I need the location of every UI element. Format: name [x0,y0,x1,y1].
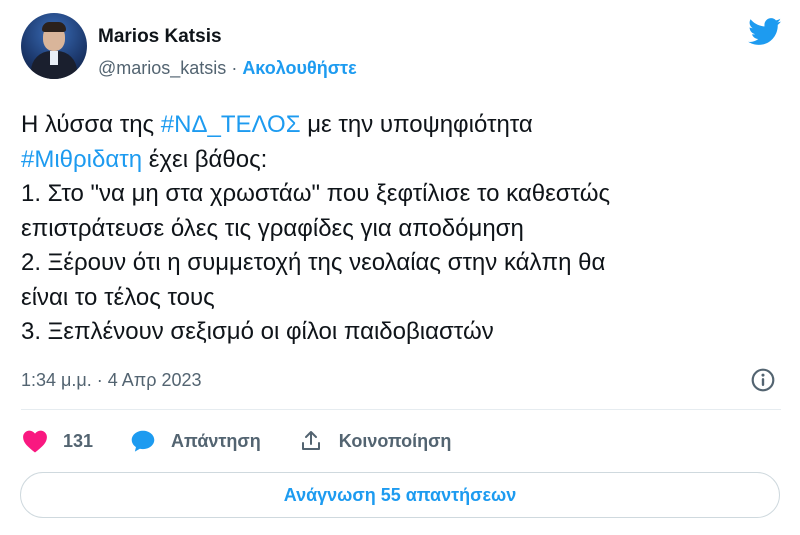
tweet-line: 1. Στο "να μη στα χρωστάω" που ξεφτίλισε… [21,177,781,212]
share-icon [297,428,325,454]
avatar[interactable] [21,13,87,79]
reply-button[interactable]: Απάντηση [129,428,261,454]
tweet-text-segment: με την υποψηφιότητα [300,111,533,138]
twitter-bird-icon[interactable] [748,18,782,46]
tweet-text-segment: 2. Ξέρουν ότι η συμμετοχή της νεολαίας σ… [21,249,606,276]
tweet-line: 2. Ξέρουν ότι η συμμετοχή της νεολαίας σ… [21,246,781,281]
author-handle-line: @marios_katsis · Ακολουθήστε [98,58,357,79]
tweet-line: Η λύσσα της #ΝΔ_ΤΕΛΟΣ με την υποψηφιότητ… [21,108,781,143]
tweet-text-segment: 3. Ξεπλένουν σεξισμό οι φίλοι παιδοβιαστ… [21,318,494,345]
share-label: Κοινοποίηση [338,430,452,451]
heart-icon [21,428,49,454]
action-bar: 131 Απάντηση Κοινοποίηση [21,425,487,457]
like-button[interactable]: 131 [21,428,93,454]
tweet-line: επιστράτευσε όλες τις γραφίδες για αποδό… [21,212,781,247]
read-replies-button[interactable]: Ανάγνωση 55 απαντήσεων [20,472,780,518]
tweet-card: Marios Katsis @marios_katsis · Ακολουθήσ… [0,0,800,535]
tweet-text-segment: 1. Στο "να μη στα χρωστάω" που ξεφτίλισε… [21,180,611,207]
share-button[interactable]: Κοινοποίηση [297,428,452,454]
reply-label: Απάντηση [171,430,261,451]
tweet-timestamp[interactable]: 1:34 μ.μ. · 4 Απρ 2023 [21,370,202,391]
follow-link[interactable]: Ακολουθήστε [242,58,356,78]
tweet-line: είναι το τέλος τους [21,281,781,316]
speech-bubble-icon [129,428,157,454]
tweet-text-segment: είναι το τέλος τους [21,283,215,311]
hashtag-link[interactable]: #Μιθριδατη [21,146,142,173]
divider [21,409,781,410]
like-count: 131 [63,430,94,451]
tweet-text-segment: επιστράτευσε όλες τις γραφίδες για αποδό… [21,214,524,242]
tweet-text: Η λύσσα της #ΝΔ_ΤΕΛΟΣ με την υποψηφιότητ… [21,108,781,350]
tweet-line: #Μιθριδατη έχει βάθος: [21,143,781,178]
tweet-text-segment: έχει βάθος: [142,145,268,173]
tweet-text-segment: Η λύσσα της [21,111,161,138]
hashtag-link[interactable]: #ΝΔ_ΤΕΛΟΣ [161,111,301,138]
info-icon[interactable] [750,367,776,393]
tweet-line: 3. Ξεπλένουν σεξισμό οι φίλοι παιδοβιαστ… [21,315,781,350]
author-handle[interactable]: @marios_katsis [98,58,226,78]
author-name[interactable]: Marios Katsis [98,26,222,48]
separator: · [226,58,243,78]
